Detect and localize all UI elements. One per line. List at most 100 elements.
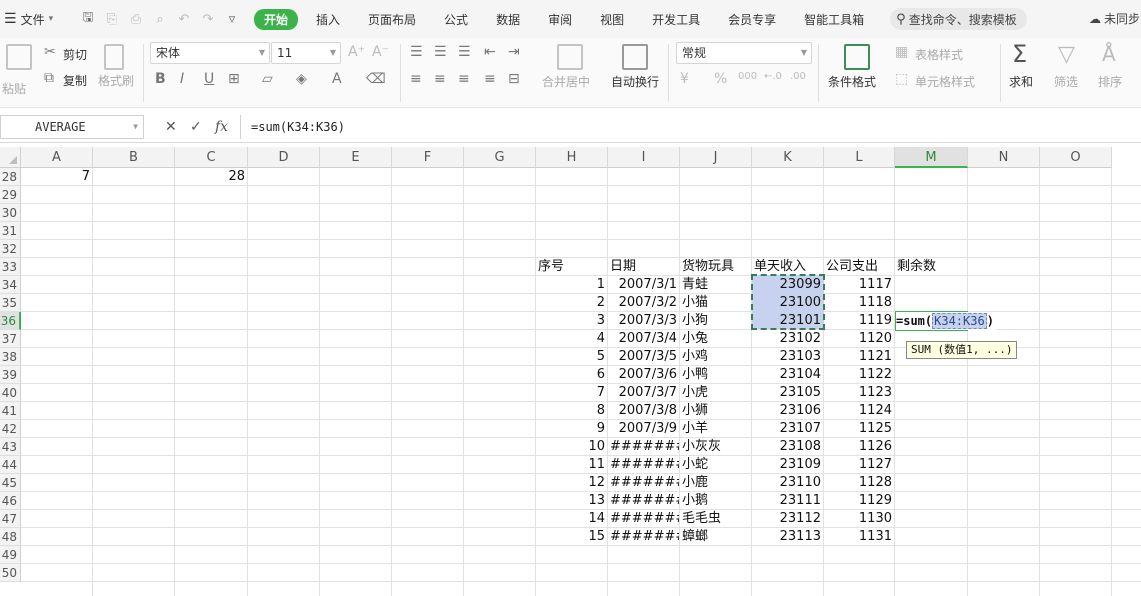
- export-pdf-icon[interactable]: ⎘: [102, 9, 122, 29]
- row-header-35[interactable]: 35: [0, 294, 21, 312]
- cell-income[interactable]: 23113: [752, 528, 823, 546]
- format-painter-icon[interactable]: [104, 44, 124, 70]
- cell-toy[interactable]: 小狗: [680, 312, 751, 330]
- cell-style-button[interactable]: 单元格样式: [915, 73, 975, 90]
- cell-income[interactable]: 23110: [752, 474, 823, 492]
- cancel-icon[interactable]: ✕: [165, 119, 177, 135]
- cell-toy[interactable]: 小蛇: [680, 456, 751, 474]
- cell-serial[interactable]: 3: [536, 312, 607, 330]
- column-header-f[interactable]: F: [392, 147, 464, 168]
- column-header-g[interactable]: G: [464, 147, 536, 168]
- row-header-47[interactable]: 47: [0, 510, 21, 528]
- row-header-30[interactable]: 30: [0, 204, 21, 222]
- column-header-k[interactable]: K: [752, 147, 824, 168]
- cell-toy[interactable]: 小鸡: [680, 348, 751, 366]
- row-header-44[interactable]: 44: [0, 456, 21, 474]
- cell-date[interactable]: ########: [608, 528, 679, 546]
- cell-edit-formula[interactable]: =sum(K34:K36): [896, 312, 997, 330]
- tab-4[interactable]: 数据: [482, 11, 534, 28]
- table-style-icon[interactable]: ▦: [895, 44, 908, 60]
- cell-income[interactable]: 23103: [752, 348, 823, 366]
- sort-button[interactable]: 排序: [1098, 73, 1122, 90]
- cell-date[interactable]: 2007/3/9: [608, 420, 679, 438]
- row-header-48[interactable]: 48: [0, 528, 21, 546]
- cell-income[interactable]: 23105: [752, 384, 823, 402]
- tab-8[interactable]: 会员专享: [714, 11, 790, 28]
- redo-icon[interactable]: ↷: [198, 9, 218, 29]
- cell-income[interactable]: 23108: [752, 438, 823, 456]
- row-header-28[interactable]: 28: [0, 168, 21, 186]
- cell-income[interactable]: 23109: [752, 456, 823, 474]
- print-icon[interactable]: ⎙: [126, 9, 146, 29]
- cell-serial[interactable]: 8: [536, 402, 607, 420]
- font-size-select[interactable]: 11 ▼: [271, 42, 341, 64]
- column-header-b[interactable]: B: [93, 147, 175, 168]
- cell-toy[interactable]: 小灰灰: [680, 438, 751, 456]
- tab-7[interactable]: 开发工具: [638, 11, 714, 28]
- underline-icon[interactable]: U: [204, 71, 214, 87]
- increase-indent-icon[interactable]: ⇥: [508, 44, 520, 60]
- cell-expense[interactable]: 1124: [824, 402, 894, 420]
- cell-expense[interactable]: 1117: [824, 276, 894, 294]
- align-top-icon[interactable]: ☰: [410, 44, 423, 60]
- cell-date[interactable]: 2007/3/5: [608, 348, 679, 366]
- italic-icon[interactable]: I: [180, 71, 184, 87]
- thousands-separator-icon[interactable]: 000: [738, 71, 757, 82]
- tab-2[interactable]: 页面布局: [354, 11, 430, 28]
- cell-expense[interactable]: 1129: [824, 492, 894, 510]
- cell-toy[interactable]: 毛毛虫: [680, 510, 751, 528]
- function-tooltip[interactable]: SUM (数值1, ...): [906, 341, 1018, 359]
- bold-icon[interactable]: B: [155, 71, 166, 87]
- cell-date[interactable]: ########: [608, 474, 679, 492]
- sum-icon[interactable]: Σ: [1012, 40, 1027, 68]
- formula-input[interactable]: =sum(K34:K36): [240, 115, 1141, 139]
- cell-fill-icon[interactable]: ▱: [262, 71, 273, 87]
- eraser-icon[interactable]: ⌫: [366, 71, 386, 87]
- cell-date[interactable]: 2007/3/6: [608, 366, 679, 384]
- cell-serial[interactable]: 10: [536, 438, 607, 456]
- cell-a28[interactable]: 7: [21, 168, 92, 186]
- column-header-l[interactable]: L: [824, 147, 895, 168]
- currency-icon[interactable]: ¥: [680, 71, 689, 87]
- cell-serial[interactable]: 12: [536, 474, 607, 492]
- border-icon[interactable]: ⊞: [228, 71, 240, 87]
- cell-serial[interactable]: 6: [536, 366, 607, 384]
- cell-income[interactable]: 23106: [752, 402, 823, 420]
- cell-income[interactable]: 23104: [752, 366, 823, 384]
- paste-button[interactable]: 粘贴: [2, 80, 26, 97]
- cell-expense[interactable]: 1118: [824, 294, 894, 312]
- cell-toy[interactable]: 蟑螂: [680, 528, 751, 546]
- align-bottom-icon[interactable]: ☰: [458, 44, 471, 60]
- cell-toy[interactable]: 青蛙: [680, 276, 751, 294]
- cell-serial[interactable]: 13: [536, 492, 607, 510]
- cell-serial[interactable]: 11: [536, 456, 607, 474]
- cell-income[interactable]: 23112: [752, 510, 823, 528]
- conditional-format-icon[interactable]: [844, 44, 870, 70]
- tab-3[interactable]: 公式: [430, 11, 482, 28]
- paste-icon[interactable]: [6, 44, 32, 70]
- sort-icon[interactable]: Å: [1102, 42, 1116, 66]
- save-icon[interactable]: 🖫: [78, 9, 98, 29]
- cell-serial[interactable]: 14: [536, 510, 607, 528]
- cell-serial[interactable]: 5: [536, 348, 607, 366]
- cell-expense[interactable]: 1123: [824, 384, 894, 402]
- row-header-46[interactable]: 46: [0, 492, 21, 510]
- font-name-select[interactable]: 宋体 ▼: [150, 42, 270, 64]
- conditional-format-button[interactable]: 条件格式: [828, 73, 876, 90]
- undo-icon[interactable]: ↶: [174, 9, 194, 29]
- cell-serial[interactable]: 2: [536, 294, 607, 312]
- file-menu[interactable]: ☰ 文件 ▾: [0, 11, 72, 28]
- align-center-icon[interactable]: ≡: [434, 71, 446, 87]
- row-header-34[interactable]: 34: [0, 276, 21, 294]
- cell-income[interactable]: 23102: [752, 330, 823, 348]
- sum-button[interactable]: 求和: [1009, 73, 1033, 90]
- cell-date[interactable]: 2007/3/7: [608, 384, 679, 402]
- select-all-corner[interactable]: [0, 147, 21, 168]
- cell-expense[interactable]: 1119: [824, 312, 894, 330]
- table-header-i[interactable]: 日期: [608, 258, 679, 276]
- cell-expense[interactable]: 1127: [824, 456, 894, 474]
- row-header-45[interactable]: 45: [0, 474, 21, 492]
- cell-date[interactable]: 2007/3/3: [608, 312, 679, 330]
- cell-serial[interactable]: 1: [536, 276, 607, 294]
- row-header-37[interactable]: 37: [0, 330, 21, 348]
